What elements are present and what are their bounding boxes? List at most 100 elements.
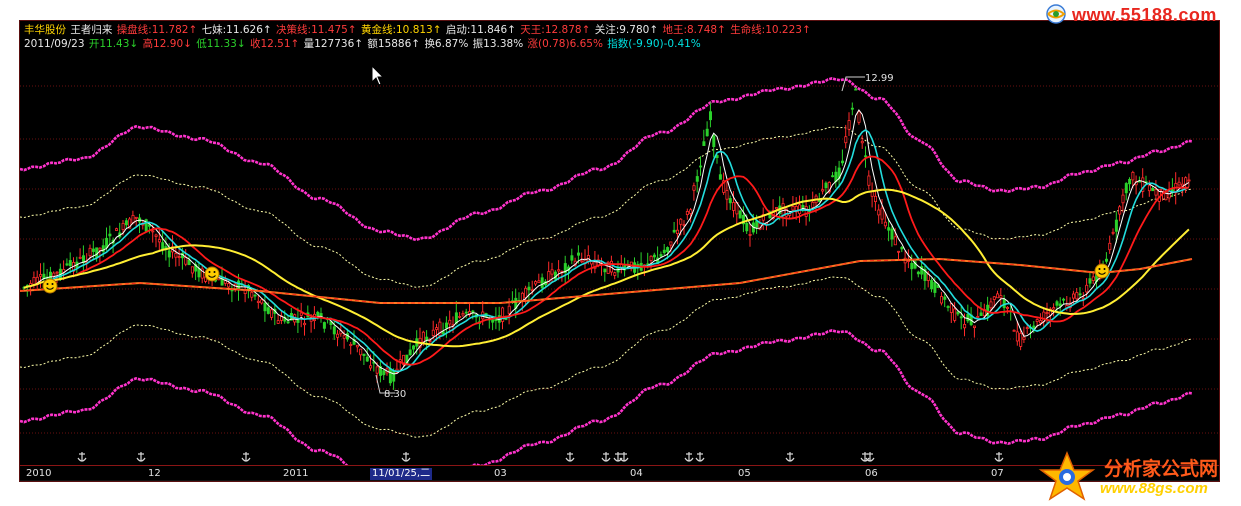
date-axis-label: 06 <box>865 468 878 479</box>
anchor-icon <box>785 452 795 462</box>
candle-body <box>893 236 897 246</box>
candle-body <box>270 309 274 318</box>
indicator-label-3: 七妹:11.626↑ <box>201 24 276 36</box>
watermark-bottom-title: 分析家公式网 <box>1104 459 1219 480</box>
candle-body <box>669 241 673 246</box>
candle-body <box>570 255 574 261</box>
star-badge-icon <box>1038 451 1096 501</box>
date-axis-label: 03 <box>494 468 507 479</box>
candle-body <box>365 356 369 362</box>
ma-red-line <box>23 155 1189 366</box>
candle-body <box>652 254 656 258</box>
candle-body <box>421 331 425 343</box>
candle-body <box>55 271 59 274</box>
candle-body <box>745 222 749 232</box>
candle-body <box>1105 258 1109 262</box>
candle-body <box>355 344 359 348</box>
candle-body <box>728 198 732 204</box>
candle-body <box>375 366 379 374</box>
candle-body <box>953 308 957 321</box>
indicator-header: 丰华股份 王者归来 操盘线:11.782↑ 七妹:11.626↑ 决策线:11.… <box>24 23 812 37</box>
candle-body <box>676 229 680 234</box>
candle-body <box>692 185 696 191</box>
candle-body <box>949 303 953 313</box>
candle-body <box>854 88 858 91</box>
anchor-icon <box>601 452 611 462</box>
candle-body <box>1154 189 1158 196</box>
candle-body <box>1111 231 1115 234</box>
candle-body <box>253 294 257 297</box>
quote-label-8: 振13.38% <box>472 38 527 50</box>
candle-body <box>695 176 699 182</box>
candle-body <box>966 313 970 322</box>
candle-body <box>659 254 663 257</box>
candle-body <box>167 250 171 258</box>
candle-body <box>702 141 706 146</box>
candle-body <box>775 207 779 210</box>
candle-body <box>874 195 878 203</box>
candle-body <box>537 280 541 283</box>
candle-body <box>550 269 554 275</box>
candle-body <box>369 365 373 369</box>
candle-body <box>748 233 752 236</box>
candle-body <box>316 311 320 316</box>
candle-body <box>187 259 191 266</box>
ma-white-line <box>23 109 1190 375</box>
candle-body <box>276 320 280 324</box>
candle-body <box>78 256 82 259</box>
candle-body <box>798 204 802 214</box>
candle-body <box>880 207 884 220</box>
candle-body <box>1121 194 1125 204</box>
candle-body <box>1091 276 1095 281</box>
candle-body <box>1006 306 1010 309</box>
candle-body <box>256 300 260 303</box>
candle-body <box>996 293 1000 299</box>
candle-body <box>336 333 340 338</box>
candle-body <box>1151 187 1155 192</box>
indicator-label-0: 丰华股份 <box>24 24 70 36</box>
candle-body <box>662 249 666 254</box>
anchor-icon <box>865 452 875 462</box>
candle-body <box>943 296 947 300</box>
candle-body <box>1184 177 1188 185</box>
candle-body <box>956 311 960 315</box>
candle-body <box>841 160 845 164</box>
date-axis-label: 2010 <box>26 468 52 479</box>
indicator-label-9: 地王:8.748↑ <box>662 24 730 36</box>
candle-body <box>1088 278 1092 284</box>
candle-body <box>342 335 346 339</box>
candle-body <box>464 311 468 314</box>
candle-body <box>781 203 785 217</box>
candle-body <box>1161 188 1165 192</box>
candle-body <box>831 175 835 178</box>
high-price-label: 12.99 <box>865 73 894 84</box>
date-axis-label: 05 <box>738 468 751 479</box>
candle-body <box>992 296 996 300</box>
candle-body <box>408 349 412 355</box>
candle-body <box>448 319 452 325</box>
candle-body <box>857 111 861 123</box>
candle-body <box>864 155 868 158</box>
candle-body <box>712 135 716 147</box>
site-logo-top: www.55188.com <box>1044 3 1234 25</box>
anchor-icon <box>401 452 411 462</box>
candle-body <box>431 329 435 336</box>
candle-body <box>963 323 967 329</box>
candle-body <box>705 128 709 137</box>
candle-body <box>811 201 815 208</box>
candle-body <box>1108 242 1112 251</box>
candle-body <box>877 209 881 216</box>
candle-body <box>1177 181 1181 186</box>
candle-body <box>299 312 303 316</box>
candle-body <box>890 228 894 240</box>
quote-label-2: 高12.90↓ <box>142 38 196 50</box>
candle-body <box>847 120 851 130</box>
chart-window[interactable]: 12.99 8.30 丰华股份 王者归来 操盘线:11.782↑ 七妹:11.62… <box>19 20 1220 482</box>
kline-chart[interactable]: 12.99 8.30 <box>20 21 1220 465</box>
candle-body <box>1072 293 1076 299</box>
anchor-icon <box>565 452 575 462</box>
candle-body <box>540 277 544 289</box>
candle-body <box>461 313 465 316</box>
indicator-label-4: 决策线:11.475↑ <box>276 24 360 36</box>
candle-body <box>266 307 270 314</box>
